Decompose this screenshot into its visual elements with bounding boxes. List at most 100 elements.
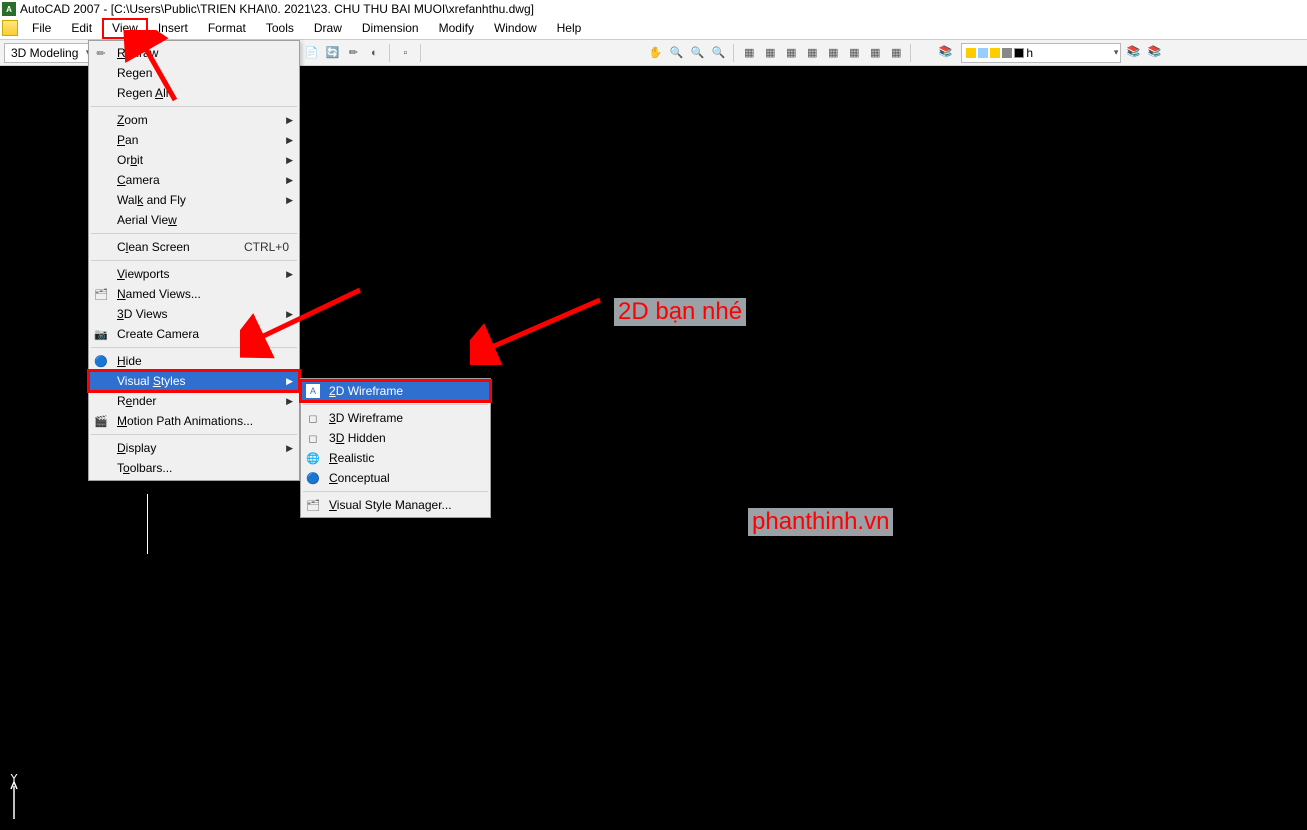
pan-icon[interactable]: ✋ <box>646 44 664 62</box>
layer-dropdown[interactable]: h <box>961 43 1121 63</box>
submenu-item-3d-wireframe[interactable]: ◻3D Wireframe <box>301 408 490 428</box>
pencil-icon: ✏ <box>93 45 109 61</box>
tool-icon[interactable]: ▦ <box>887 44 905 62</box>
menu-item-camera[interactable]: Camera▶ <box>89 170 299 190</box>
toolbar-separator <box>733 44 734 62</box>
tool-icon[interactable]: 📄 <box>302 44 320 62</box>
workspace-label: 3D Modeling <box>11 46 78 60</box>
tool-icon[interactable]: ◐ <box>365 44 383 62</box>
submenu-arrow-icon: ▶ <box>286 155 293 166</box>
hide-icon: 🔵 <box>93 353 109 369</box>
menu-item-display[interactable]: Display▶ <box>89 438 299 458</box>
tool-icon[interactable]: 📚 <box>1124 43 1142 61</box>
submenu-item-3d-hidden[interactable]: ◻3D Hidden <box>301 428 490 448</box>
submenu-arrow-icon: ▶ <box>286 115 293 126</box>
menu-modify[interactable]: Modify <box>429 18 484 39</box>
freeze-icon <box>978 48 988 58</box>
menu-item-hide[interactable]: 🔵Hide <box>89 351 299 371</box>
manager-icon: 🗂 <box>305 497 321 513</box>
tool-icon[interactable]: ▦ <box>803 44 821 62</box>
submenu-arrow-icon: ▶ <box>286 443 293 454</box>
menu-item-redraw[interactable]: ✏Redraw <box>89 43 299 63</box>
menu-separator <box>91 347 297 348</box>
submenu-arrow-icon: ▶ <box>286 396 293 407</box>
app-icon: A <box>2 2 16 16</box>
tool-icon[interactable]: ▦ <box>782 44 800 62</box>
menu-item-motion-path[interactable]: 🎬Motion Path Animations... <box>89 411 299 431</box>
realistic-icon: 🌐 <box>305 450 321 466</box>
menu-item-regen-all[interactable]: Regen All <box>89 83 299 103</box>
menu-tools[interactable]: Tools <box>256 18 304 39</box>
tool-icon[interactable]: ▦ <box>845 44 863 62</box>
menu-item-named-views[interactable]: 🗂Named Views... <box>89 284 299 304</box>
menu-insert[interactable]: Insert <box>148 18 198 39</box>
menu-item-zoom[interactable]: Zoom▶ <box>89 110 299 130</box>
menu-item-regen[interactable]: Regen <box>89 63 299 83</box>
tool-icon[interactable]: ▦ <box>740 44 758 62</box>
zoom-icon[interactable]: 🔍 <box>667 44 685 62</box>
submenu-item-conceptual[interactable]: 🔵Conceptual <box>301 468 490 488</box>
menu-item-visual-styles[interactable]: Visual Styles▶ <box>89 371 299 391</box>
layer-name: h <box>1026 46 1033 60</box>
menu-bar: File Edit View Insert Format Tools Draw … <box>0 18 1307 40</box>
workspace-dropdown[interactable]: 3D Modeling <box>4 43 93 63</box>
menu-separator <box>91 434 297 435</box>
menu-item-pan[interactable]: Pan▶ <box>89 130 299 150</box>
sun-icon <box>990 48 1000 58</box>
submenu-item-2d-wireframe[interactable]: A2D Wireframe <box>301 381 490 401</box>
menu-help[interactable]: Help <box>547 18 592 39</box>
tool-icon[interactable]: 🔄 <box>323 44 341 62</box>
tool-icon[interactable]: ▦ <box>866 44 884 62</box>
menu-item-toolbars[interactable]: Toolbars... <box>89 458 299 478</box>
tool-icon[interactable]: ▦ <box>824 44 842 62</box>
svg-text:Y: Y <box>10 774 18 785</box>
title-bar: A AutoCAD 2007 - [C:\Users\Public\TRIEN … <box>0 0 1307 18</box>
menu-dimension[interactable]: Dimension <box>352 18 429 39</box>
zoom-prev-icon[interactable]: 🔍 <box>709 44 727 62</box>
submenu-arrow-icon: ▶ <box>286 175 293 186</box>
zoom-window-icon[interactable]: 🔍 <box>688 44 706 62</box>
color-swatch <box>1014 48 1024 58</box>
tool-icon[interactable]: 📚 <box>1145 43 1163 61</box>
visual-styles-submenu: A2D Wireframe ◻3D Wireframe ◻3D Hidden 🌐… <box>300 378 491 518</box>
hidden-3d-icon: ◻ <box>305 430 321 446</box>
menu-separator <box>91 260 297 261</box>
menu-item-create-camera[interactable]: 📷Create Camera <box>89 324 299 344</box>
menu-separator <box>91 233 297 234</box>
menu-format[interactable]: Format <box>198 18 256 39</box>
tool-icon[interactable]: ▦ <box>761 44 779 62</box>
menu-window[interactable]: Window <box>484 18 547 39</box>
menu-edit[interactable]: Edit <box>61 18 102 39</box>
layer-manager-icon[interactable]: 📚 <box>936 43 954 61</box>
menu-item-aerial-view[interactable]: Aerial View <box>89 210 299 230</box>
file-icon[interactable] <box>2 20 18 36</box>
menu-item-walk-fly[interactable]: Walk and Fly▶ <box>89 190 299 210</box>
toolbar-separator <box>420 44 421 62</box>
submenu-item-realistic[interactable]: 🌐Realistic <box>301 448 490 468</box>
wireframe-2d-icon: A <box>305 383 321 399</box>
menu-draw[interactable]: Draw <box>304 18 352 39</box>
menu-view[interactable]: View <box>102 18 148 39</box>
submenu-item-vs-manager[interactable]: 🗂Visual Style Manager... <box>301 495 490 515</box>
menu-item-render[interactable]: Render▶ <box>89 391 299 411</box>
tool-icon[interactable]: ✏ <box>344 44 362 62</box>
menu-separator <box>303 404 488 405</box>
lightbulb-icon <box>966 48 976 58</box>
submenu-arrow-icon: ▶ <box>286 269 293 280</box>
window-title: AutoCAD 2007 - [C:\Users\Public\TRIEN KH… <box>20 2 534 16</box>
menu-item-orbit[interactable]: Orbit▶ <box>89 150 299 170</box>
lock-icon <box>1002 48 1012 58</box>
menu-item-clean-screen[interactable]: Clean ScreenCTRL+0 <box>89 237 299 257</box>
menu-file[interactable]: File <box>22 18 61 39</box>
toolbar-separator <box>910 44 911 62</box>
tool-icon[interactable]: ▫ <box>396 44 414 62</box>
toolbar-separator <box>389 44 390 62</box>
camera-icon: 📷 <box>93 326 109 342</box>
submenu-arrow-icon: ▶ <box>286 309 293 320</box>
annotation-watermark: phanthinh.vn <box>748 508 893 536</box>
submenu-arrow-icon: ▶ <box>286 135 293 146</box>
menu-item-viewports[interactable]: Viewports▶ <box>89 264 299 284</box>
canvas-line <box>147 494 148 554</box>
menu-separator <box>303 491 488 492</box>
menu-item-3d-views[interactable]: 3D Views▶ <box>89 304 299 324</box>
